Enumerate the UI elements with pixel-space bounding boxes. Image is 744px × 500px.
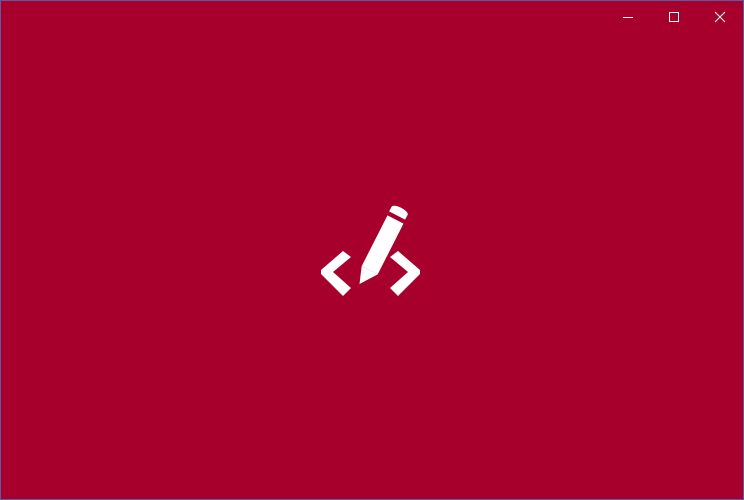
app-window — [0, 0, 744, 500]
title-bar-controls — [605, 1, 743, 33]
minimize-icon — [623, 17, 633, 18]
close-icon — [714, 11, 726, 23]
close-button[interactable] — [697, 1, 743, 33]
maximize-icon — [669, 12, 679, 22]
minimize-button[interactable] — [605, 1, 651, 33]
code-pencil-logo-icon — [321, 205, 420, 296]
maximize-button[interactable] — [651, 1, 697, 33]
